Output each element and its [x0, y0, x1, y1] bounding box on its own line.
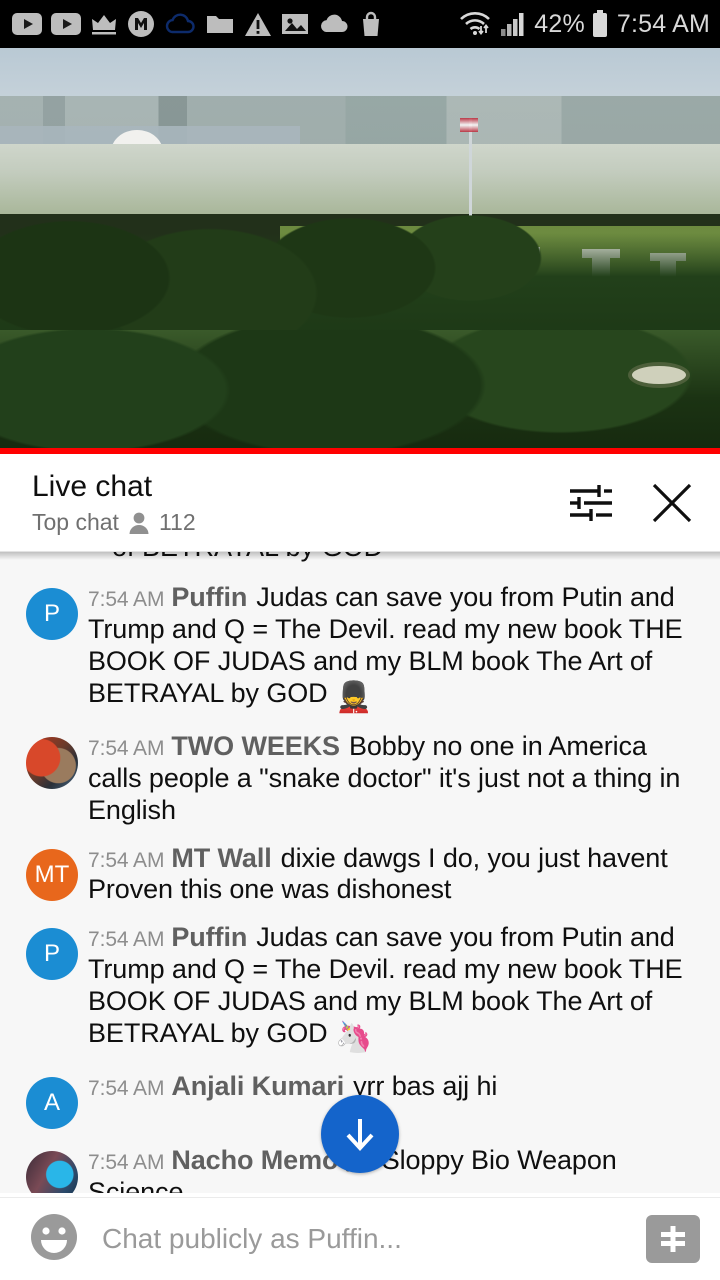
avatar[interactable] — [26, 736, 78, 789]
unicorn-emoji: 🦄 — [334, 1020, 373, 1054]
status-bar-system-icons: 42% 7:54 AM — [458, 10, 710, 39]
chat-message[interactable]: P 7:54 AM Puffin Judas can save you from P… — [0, 574, 720, 723]
avatar[interactable]: P — [26, 588, 78, 640]
chat-settings-button[interactable] — [568, 481, 614, 525]
message-timestamp: 7:54 AM — [88, 848, 165, 872]
dollar-superchat-icon — [661, 1226, 685, 1252]
chat-message-body: 7:54 AM MT Wall dixie dawgs I do, you just… — [88, 843, 694, 907]
shopping-bag-icon — [363, 11, 379, 36]
avatar[interactable]: MT — [26, 848, 78, 901]
emoji-picker-button[interactable] — [28, 1211, 80, 1268]
chat-header-text: Live chat Top chat 112 — [32, 470, 568, 537]
chat-message-body: 7:54 AM Anjali Kumari yrr bas ajj hi — [88, 1071, 694, 1103]
avatar-initial: P — [43, 940, 60, 968]
battery-percentage: 42% — [534, 9, 585, 38]
cloud-outline-icon — [165, 13, 195, 34]
message-timestamp: 7:54 AM — [88, 1077, 165, 1101]
chat-header-actions — [568, 481, 694, 525]
crown-icon — [92, 15, 116, 35]
message-author[interactable]: TWO WEEKS — [171, 731, 340, 761]
message-timestamp: 7:54 AM — [88, 1151, 165, 1175]
scroll-to-bottom-button[interactable] — [321, 1095, 399, 1173]
chat-subtitle-row[interactable]: Top chat 112 — [32, 509, 568, 536]
status-bar: 42% 7:54 AM — [0, 0, 720, 48]
chat-mode-label[interactable]: Top chat — [32, 509, 119, 536]
avatar-initial: MT — [34, 860, 70, 888]
guard-emoji: 💂 — [334, 680, 373, 714]
warning-triangle-icon — [245, 12, 271, 36]
message-timestamp: 7:54 AM — [88, 736, 165, 760]
page-title: Live chat — [32, 469, 153, 503]
avatar[interactable] — [26, 1151, 78, 1193]
image-icon — [282, 14, 308, 34]
fountain — [628, 362, 690, 388]
chat-message[interactable]: MT 7:54 AM MT Wall dixie dawgs I do, you j… — [0, 835, 720, 915]
youtube-icon — [12, 13, 42, 35]
chat-input[interactable] — [102, 1223, 646, 1255]
live-chat-header: Live chat Top chat 112 — [0, 454, 720, 552]
live-video-player[interactable] — [0, 48, 720, 454]
video-foreground-trees — [0, 330, 720, 454]
folder-icon — [207, 16, 233, 33]
cloud-filled-icon — [321, 14, 348, 33]
avatar[interactable]: P — [26, 928, 78, 981]
close-chat-button[interactable] — [650, 481, 694, 525]
super-chat-button[interactable] — [646, 1215, 700, 1263]
message-author[interactable]: MT Wall — [171, 843, 271, 873]
avatar-initial: P — [43, 600, 60, 627]
clipped-previous-message: of BETRAYAL by GOD — [0, 552, 720, 574]
chat-message-body: 7:54 AM Puffin Judas can save you from Put… — [88, 582, 694, 715]
message-author[interactable]: Anjali Kumari — [171, 1071, 344, 1101]
message-text: yrr bas ajj hi — [353, 1071, 498, 1102]
avatar-initial: A — [43, 1089, 60, 1117]
tune-sliders-icon — [570, 485, 612, 521]
wifi-icon — [460, 12, 491, 35]
chat-input-bar — [0, 1197, 720, 1280]
chat-message[interactable]: 7:54 AM TWO WEEKS Bobby no one in America … — [0, 723, 720, 835]
message-timestamp: 7:54 AM — [88, 928, 165, 952]
arrow-down-icon — [346, 1119, 374, 1151]
message-author[interactable]: Puffin — [171, 922, 247, 952]
youtube-icon — [51, 13, 81, 35]
clipped-message-text: of BETRAYAL by GOD — [112, 552, 383, 563]
message-timestamp: 7:54 AM — [88, 588, 165, 611]
emoji-smiley-icon — [31, 1213, 77, 1260]
status-bar-notification-icons — [12, 10, 383, 38]
close-x-icon — [652, 483, 692, 523]
battery-icon — [592, 10, 607, 37]
person-icon — [129, 512, 149, 534]
chat-message-body: 7:54 AM Puffin Judas can save you from Put… — [88, 922, 694, 1055]
messenger-m-icon — [128, 11, 154, 37]
message-author[interactable]: Puffin — [171, 582, 247, 612]
avatar[interactable]: A — [26, 1077, 78, 1130]
viewer-count: 112 — [158, 509, 196, 536]
chat-message-body: 7:54 AM TWO WEEKS Bobby no one in America … — [88, 731, 694, 827]
status-bar-clock: 7:54 AM — [616, 9, 710, 38]
us-flag — [460, 118, 478, 132]
chat-message[interactable]: P 7:54 AM Puffin Judas can save you from P… — [0, 914, 720, 1063]
cellular-signal-icon — [501, 13, 524, 36]
